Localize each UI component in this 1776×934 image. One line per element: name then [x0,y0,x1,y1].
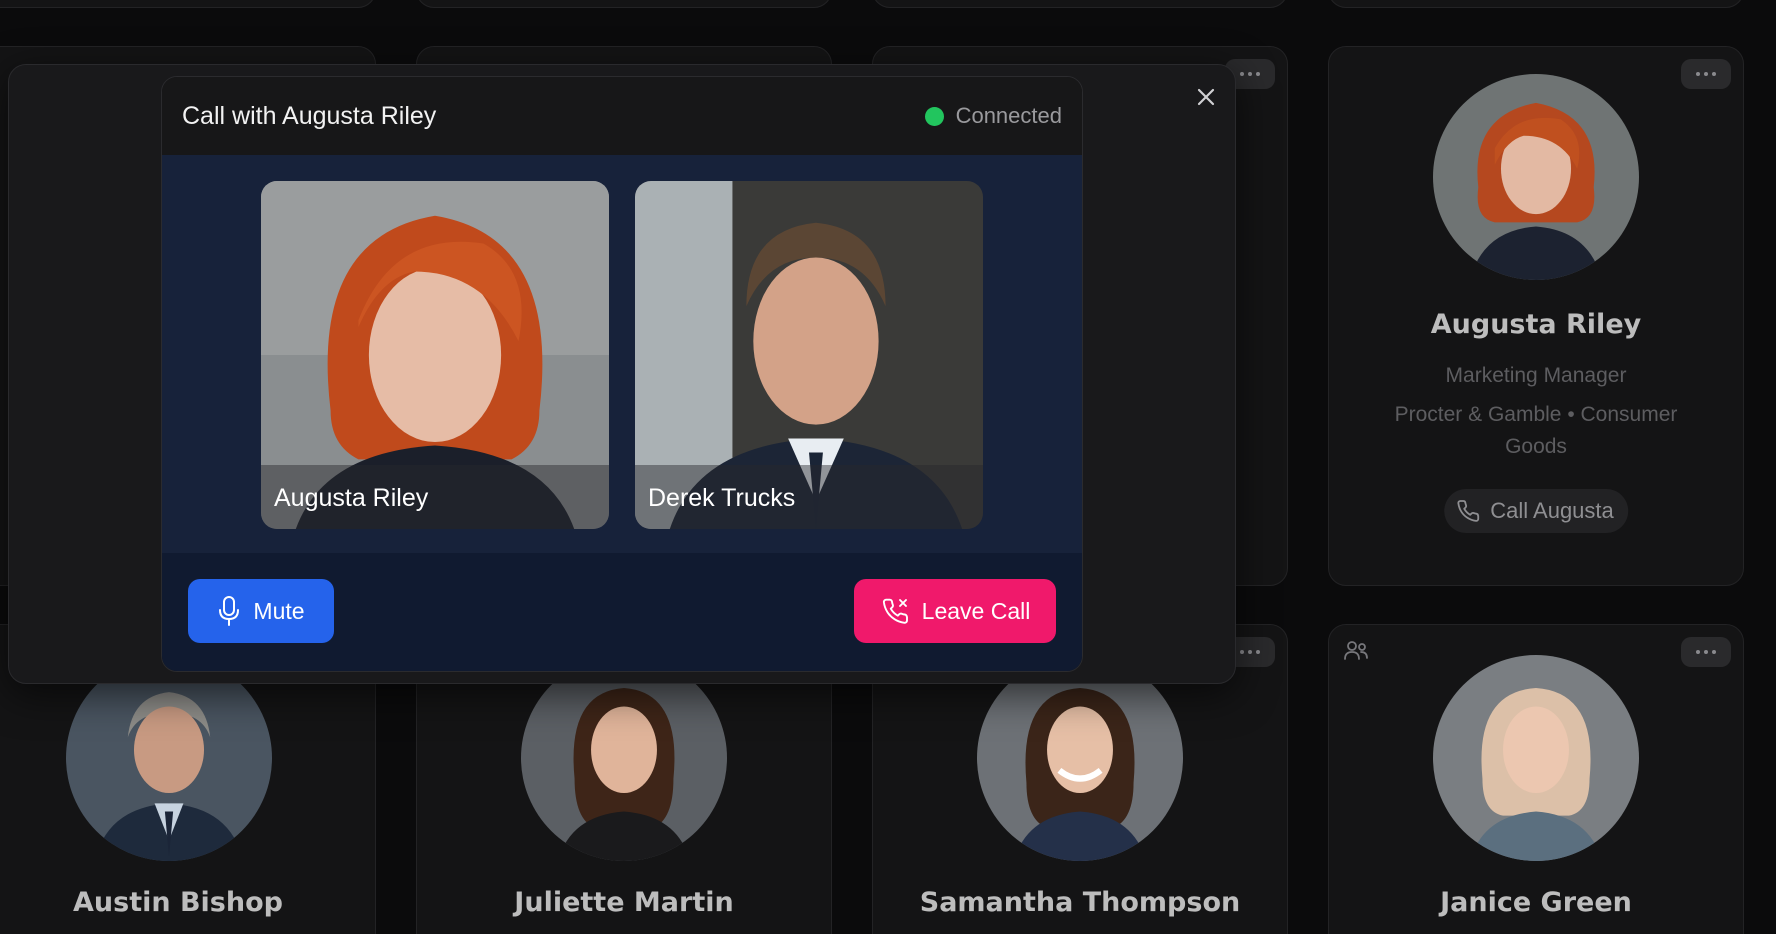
call-header: Call with Augusta Riley Connected [162,77,1082,155]
mute-label: Mute [253,597,305,624]
participant-name: Derek Trucks [648,484,796,512]
card-stub-4 [1328,0,1744,8]
portrait-augusta [1433,74,1639,280]
video-tile-derek: Derek Trucks [635,181,983,529]
avatar [521,655,727,861]
call-dialog: Call with Augusta Riley Connected August… [161,76,1083,672]
call-contact-label: Call Augusta [1490,498,1614,523]
contact-card-janice: Janice Green [1328,624,1744,934]
video-tile-augusta: Augusta Riley [261,181,609,529]
phone-hangup-icon [882,598,908,624]
leave-call-label: Leave Call [921,597,1031,624]
contact-name: Juliette Martin [514,887,734,918]
portrait-austin [66,655,272,861]
more-options-button[interactable] [1681,59,1731,89]
card-stub-3 [872,0,1288,8]
more-options-button[interactable] [1681,637,1731,667]
contact-name: Austin Bishop [73,887,283,918]
portrait-samantha [977,655,1183,861]
avatar [66,655,272,861]
call-status: Connected [924,103,1062,129]
portrait-janice [1433,655,1639,861]
avatar [977,655,1183,861]
close-icon [1197,88,1215,106]
contact-name: Augusta Riley [1430,309,1642,340]
contact-name: Samantha Thompson [919,887,1241,918]
leave-call-button[interactable]: Leave Call [854,579,1056,643]
participant-name: Augusta Riley [274,484,429,512]
phone-icon [1457,500,1480,522]
contact-title: Marketing Manager [1445,364,1627,387]
team-icon [1344,641,1368,660]
status-label: Connected [955,103,1062,128]
microphone-icon [219,596,240,626]
avatar [1433,74,1639,280]
video-area: Augusta Riley Derek Trucks [162,155,1082,553]
call-controls: Mute Leave Call [162,553,1082,671]
contact-company: Procter & Gamble • Consumer Goods [1394,403,1678,458]
portrait-juliette [521,655,727,861]
close-button[interactable] [1193,84,1219,110]
mute-button[interactable]: Mute [188,579,334,643]
card-stub-2 [416,0,832,8]
call-contact-button[interactable]: Call Augusta [1444,489,1628,533]
contact-card-augusta: Augusta Riley Marketing Manager Procter … [1328,46,1744,586]
card-stub-1 [0,0,376,8]
avatar [1433,655,1639,861]
status-dot [924,106,944,126]
call-title: Call with Augusta Riley [182,101,437,130]
contact-name: Janice Green [1440,887,1632,918]
